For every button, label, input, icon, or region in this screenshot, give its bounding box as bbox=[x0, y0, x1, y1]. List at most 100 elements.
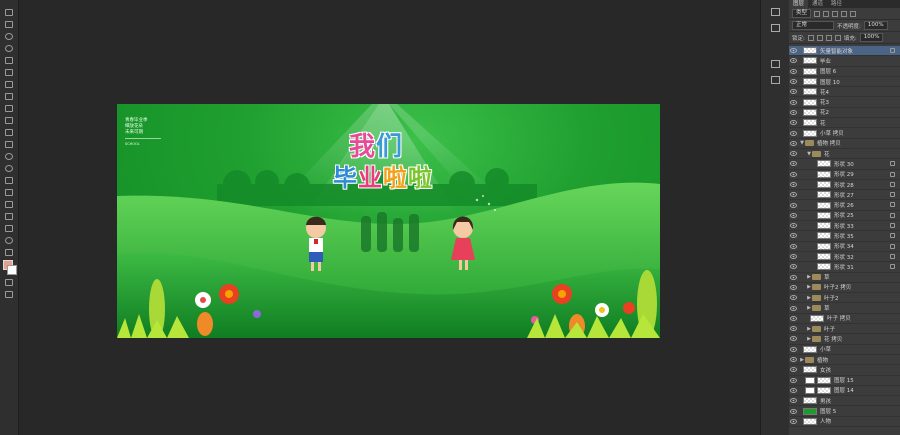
quick-mask-icon[interactable] bbox=[0, 276, 18, 288]
shape-tool-icon[interactable] bbox=[0, 210, 18, 222]
layer-thumbnail[interactable] bbox=[803, 88, 817, 96]
smart-object-filter-icon[interactable] bbox=[850, 10, 857, 17]
character-panel-icon[interactable] bbox=[761, 72, 789, 88]
lock-position-icon[interactable] bbox=[825, 34, 832, 41]
layer-row[interactable]: ▼ 花 bbox=[789, 149, 900, 160]
layer-row[interactable]: 小草 拷贝 bbox=[789, 128, 900, 139]
visibility-eye-icon[interactable] bbox=[789, 201, 797, 209]
visibility-eye-icon[interactable] bbox=[789, 181, 797, 189]
visibility-eye-icon[interactable] bbox=[789, 345, 797, 353]
layer-row[interactable]: 形状 28 bbox=[789, 180, 900, 191]
layer-row[interactable]: 图层 15 bbox=[789, 376, 900, 386]
screen-mode-icon[interactable] bbox=[0, 288, 18, 300]
pixel-filter-icon[interactable] bbox=[814, 10, 821, 17]
layer-thumbnail[interactable] bbox=[803, 407, 817, 415]
move-tool-icon[interactable] bbox=[0, 6, 18, 18]
layer-row[interactable]: 形状 33 bbox=[789, 221, 900, 232]
layer-thumbnail[interactable] bbox=[803, 397, 817, 405]
visibility-eye-icon[interactable] bbox=[789, 160, 797, 168]
lock-image-icon[interactable] bbox=[816, 34, 823, 41]
shape-filter-icon[interactable] bbox=[841, 10, 848, 17]
path-select-tool-icon[interactable] bbox=[0, 198, 18, 210]
hand-tool-icon[interactable] bbox=[0, 222, 18, 234]
layer-row[interactable]: 花2 bbox=[789, 108, 900, 119]
layer-thumbnail[interactable] bbox=[817, 253, 831, 261]
visibility-eye-icon[interactable] bbox=[789, 129, 797, 137]
layer-row[interactable]: ▶ 叶子2 bbox=[789, 293, 900, 304]
visibility-eye-icon[interactable] bbox=[789, 139, 797, 147]
adjustment-filter-icon[interactable] bbox=[823, 10, 830, 17]
visibility-eye-icon[interactable] bbox=[789, 222, 797, 230]
visibility-eye-icon[interactable] bbox=[789, 88, 797, 96]
visibility-eye-icon[interactable] bbox=[789, 108, 797, 116]
layer-row[interactable]: 形状 29 bbox=[789, 170, 900, 180]
visibility-eye-icon[interactable] bbox=[789, 191, 797, 199]
layer-row[interactable]: 花3 bbox=[789, 97, 900, 108]
visibility-eye-icon[interactable] bbox=[789, 325, 797, 333]
layer-thumbnail[interactable] bbox=[817, 201, 831, 209]
visibility-eye-icon[interactable] bbox=[789, 335, 797, 343]
color-swatches[interactable] bbox=[0, 258, 18, 276]
layer-row[interactable]: 矢量智能对象 bbox=[789, 46, 900, 57]
visibility-eye-icon[interactable] bbox=[789, 253, 797, 261]
visibility-eye-icon[interactable] bbox=[789, 67, 797, 75]
blur-tool-icon[interactable] bbox=[0, 150, 18, 162]
layer-thumbnail[interactable] bbox=[803, 98, 817, 106]
lasso-tool-icon[interactable] bbox=[0, 30, 18, 42]
eyedropper-tool-icon[interactable] bbox=[0, 66, 18, 78]
layer-thumbnail[interactable] bbox=[803, 129, 817, 137]
layer-row[interactable]: 男孩 bbox=[789, 396, 900, 407]
quick-select-tool-icon[interactable] bbox=[0, 42, 18, 54]
layer-thumbnail[interactable] bbox=[803, 108, 817, 116]
type-tool-icon[interactable] bbox=[0, 186, 18, 198]
healing-brush-tool-icon[interactable] bbox=[0, 78, 18, 90]
layer-row[interactable]: 形状 27 bbox=[789, 190, 900, 201]
marquee-tool-icon[interactable] bbox=[0, 18, 18, 30]
layer-thumbnail[interactable] bbox=[803, 119, 817, 127]
layer-thumbnail[interactable] bbox=[810, 314, 824, 322]
tab-layers[interactable]: 图层 bbox=[789, 0, 809, 8]
gradient-tool-icon[interactable] bbox=[0, 138, 18, 150]
more-tools-icon[interactable] bbox=[0, 246, 18, 258]
visibility-eye-icon[interactable] bbox=[789, 294, 797, 302]
history-brush-tool-icon[interactable] bbox=[0, 114, 18, 126]
paragraph-panel-icon[interactable] bbox=[761, 56, 789, 72]
document-canvas[interactable]: 青春毕业季 细放花朵 未来可期 SCHOOL 我们 毕业啦啦 bbox=[117, 104, 660, 338]
layer-row[interactable]: 形状 31 bbox=[789, 262, 900, 273]
layer-row[interactable]: 图层 14 bbox=[789, 386, 900, 397]
history-panel-icon[interactable] bbox=[761, 4, 789, 20]
layer-row[interactable]: ▶ 草 bbox=[789, 273, 900, 283]
layer-row[interactable]: ▼ 植物 拷贝 bbox=[789, 139, 900, 149]
background-color-swatch[interactable] bbox=[7, 265, 17, 275]
lock-pixels-icon[interactable] bbox=[807, 34, 814, 41]
document-workspace[interactable]: 青春毕业季 细放花朵 未来可期 SCHOOL 我们 毕业啦啦 bbox=[19, 0, 759, 435]
layer-row[interactable]: 图层 10 bbox=[789, 77, 900, 88]
visibility-eye-icon[interactable] bbox=[789, 211, 797, 219]
visibility-eye-icon[interactable] bbox=[789, 407, 797, 415]
dodge-tool-icon[interactable] bbox=[0, 162, 18, 174]
layer-thumbnail[interactable] bbox=[817, 232, 831, 240]
layer-thumbnail[interactable] bbox=[817, 386, 831, 394]
layer-row[interactable]: 花 bbox=[789, 118, 900, 129]
properties-panel-icon[interactable] bbox=[761, 20, 789, 36]
layer-thumbnail[interactable] bbox=[817, 376, 831, 384]
layer-row[interactable]: 形状 34 bbox=[789, 242, 900, 252]
visibility-eye-icon[interactable] bbox=[789, 57, 797, 65]
zoom-tool-icon[interactable] bbox=[0, 234, 18, 246]
layer-row[interactable]: ▶ 草 bbox=[789, 303, 900, 314]
layer-row[interactable]: 叶子 拷贝 bbox=[789, 314, 900, 325]
visibility-eye-icon[interactable] bbox=[789, 119, 797, 127]
layer-thumbnail[interactable] bbox=[817, 222, 831, 230]
layer-row[interactable]: 形状 32 bbox=[789, 252, 900, 263]
layer-thumbnail[interactable] bbox=[803, 57, 817, 65]
layer-row[interactable]: 毕业 bbox=[789, 56, 900, 67]
clone-stamp-tool-icon[interactable] bbox=[0, 102, 18, 114]
visibility-eye-icon[interactable] bbox=[789, 98, 797, 106]
layer-thumbnail[interactable] bbox=[803, 78, 817, 86]
layer-list[interactable]: 矢量智能对象 毕业 图层 6 图层 10 花4 花3 花2 花小草 拷贝 ▼ 植物 拷贝 ▼ 花形状 … bbox=[789, 46, 900, 435]
layer-row[interactable]: 图层 6 bbox=[789, 67, 900, 77]
visibility-eye-icon[interactable] bbox=[789, 376, 797, 384]
type-filter-icon[interactable] bbox=[832, 10, 839, 17]
visibility-eye-icon[interactable] bbox=[789, 232, 797, 240]
pen-tool-icon[interactable] bbox=[0, 174, 18, 186]
